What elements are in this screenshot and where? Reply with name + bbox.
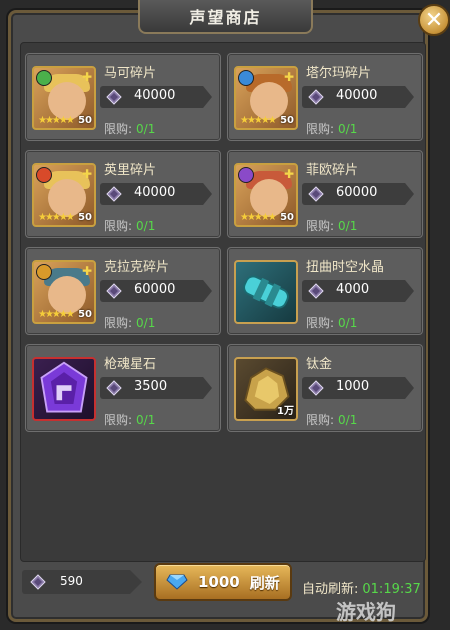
item-price: 40000 [134,185,176,200]
earth-element-icon [36,264,52,280]
shop-item-crystal[interactable]: 扭曲时空水晶 4000 限购: 0/1 [227,247,423,335]
shop-item-fio[interactable]: ✚ ★★★★★ 50 菲欧碎片 60000 限购: 0/1 [227,150,423,238]
plus-icon: ✚ [283,70,294,84]
purchase-limit: 限购: 0/1 [104,413,156,427]
watermark: 游戏狗 [336,600,396,624]
quantity-badge: 1万 [277,406,294,417]
item-name: 扭曲时空水晶 [306,260,385,275]
price-tag: 40000 [100,86,212,108]
reputation-icon [308,186,324,202]
fio-portrait: ✚ ★★★★★ 50 [234,163,298,227]
purchase-limit: 限购: 0/1 [104,219,156,233]
level-label: 50 [78,309,92,320]
purchase-limit: 限购: 0/1 [306,122,358,136]
level-label: 50 [78,115,92,126]
clark-portrait: ✚ ★★★★★ 50 [32,260,96,324]
item-price: 1000 [336,379,370,394]
shop-item-titanium[interactable]: 1万 钛金 1000 限购: 0/1 [227,344,423,432]
water-element-icon [238,70,254,86]
reputation-icon [106,283,122,299]
reputation-icon [308,380,324,396]
auto-refresh-timer: 自动刷新: 01:19:37 [302,582,421,597]
eri-portrait: ✚ ★★★★★ 50 [32,163,96,227]
item-name: 钛金 [306,357,333,372]
plus-icon: ✚ [81,70,92,84]
crystal-cylinder-icon [243,275,289,309]
item-price: 3500 [134,379,168,394]
item-name: 马可碎片 [104,66,157,81]
titanium-portrait: 1万 [234,357,298,421]
purchase-limit: 限购: 0/1 [104,316,156,330]
item-price: 60000 [134,282,176,297]
shop-item-grid: ✚ ★★★★★ 50 马可碎片 40000 限购: 0/1 ✚ ★★★★★ 50 … [20,42,426,562]
tarma-portrait: ✚ ★★★★★ 50 [234,66,298,130]
price-tag: 40000 [302,86,414,108]
close-button[interactable]: ✕ [418,4,450,36]
shop-item-eri[interactable]: ✚ ★★★★★ 50 英里碎片 40000 限购: 0/1 [25,150,221,238]
refresh-cost: 1000 [198,573,240,591]
fire-element-icon [36,167,52,183]
purchase-limit: 限购: 0/1 [306,316,358,330]
level-label: 50 [280,212,294,223]
reputation-icon [308,89,324,105]
price-tag: 60000 [100,280,212,302]
refresh-label: 刷新 [249,573,280,592]
star-rating: ★★★★★ [240,115,277,126]
price-tag: 60000 [302,183,414,205]
item-name: 塔尔玛碎片 [306,66,372,81]
item-name: 英里碎片 [104,163,157,178]
price-tag: 40000 [100,183,212,205]
marco-portrait: ✚ ★★★★★ 50 [32,66,96,130]
reputation-amount: 590 [60,574,83,588]
diamond-icon [166,574,188,590]
leaf-element-icon [36,70,52,86]
purchase-limit: 限购: 0/1 [306,413,358,427]
shop-item-marco[interactable]: ✚ ★★★★★ 50 马可碎片 40000 限购: 0/1 [25,53,221,141]
item-price: 40000 [134,88,176,103]
purple-gem-icon [40,361,88,413]
star-rating: ★★★★★ [38,309,75,320]
plus-icon: ✚ [283,167,294,181]
shop-item-tarma[interactable]: ✚ ★★★★★ 50 塔尔玛碎片 40000 限购: 0/1 [227,53,423,141]
item-price: 4000 [336,282,370,297]
star-rating: ★★★★★ [38,212,75,223]
star-rating: ★★★★★ [38,115,75,126]
shop-item-gunsoul-stone[interactable]: 枪魂星石 3500 限购: 0/1 [25,344,221,432]
reputation-icon [30,574,46,590]
close-icon: ✕ [424,7,444,33]
crystal-portrait [234,260,298,324]
shop-title: 声望商店 [138,0,313,34]
item-price: 60000 [336,185,378,200]
reputation-icon [308,283,324,299]
item-name: 菲欧碎片 [306,163,359,178]
item-name: 枪魂星石 [104,357,157,372]
star-rating: ★★★★★ [240,212,277,223]
price-tag: 3500 [100,377,212,399]
item-name: 克拉克碎片 [104,260,170,275]
level-label: 50 [78,212,92,223]
plus-icon: ✚ [81,167,92,181]
price-tag: 4000 [302,280,414,302]
purchase-limit: 限购: 0/1 [104,122,156,136]
reputation-icon [106,380,122,396]
price-tag: 1000 [302,377,414,399]
item-price: 40000 [336,88,378,103]
dark-element-icon [238,167,254,183]
level-label: 50 [280,115,294,126]
reputation-icon [106,186,122,202]
purchase-limit: 限购: 0/1 [306,219,358,233]
shop-item-clark[interactable]: ✚ ★★★★★ 50 克拉克碎片 60000 限购: 0/1 [25,247,221,335]
gunsoul-stone-portrait [32,357,96,421]
reputation-icon [106,89,122,105]
plus-icon: ✚ [81,264,92,278]
refresh-button[interactable]: 1000 刷新 [154,563,292,601]
reputation-balance: 590 [22,570,142,594]
